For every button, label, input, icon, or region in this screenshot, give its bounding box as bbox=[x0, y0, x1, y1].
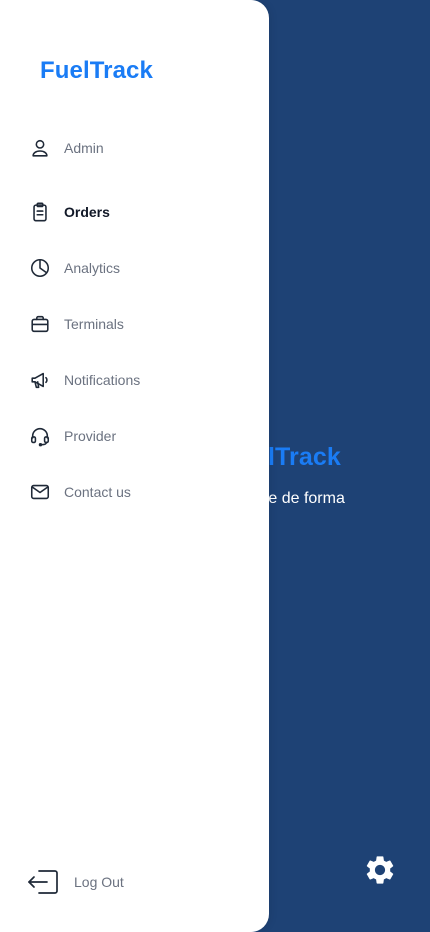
briefcase-icon bbox=[28, 312, 52, 336]
nav-item-terminals[interactable]: Terminals bbox=[28, 306, 248, 342]
nav-item-label: Provider bbox=[64, 428, 117, 444]
logout-label: Log Out bbox=[74, 874, 124, 890]
logout-button[interactable]: Log Out bbox=[26, 864, 186, 900]
megaphone-icon bbox=[28, 368, 52, 392]
headset-icon bbox=[28, 424, 52, 448]
settings-button[interactable] bbox=[362, 854, 398, 890]
nav-item-contact-us[interactable]: Contact us bbox=[28, 474, 248, 510]
nav-item-provider[interactable]: Provider bbox=[28, 418, 248, 454]
nav-item-label: Contact us bbox=[64, 484, 131, 500]
nav-item-analytics[interactable]: Analytics bbox=[28, 250, 248, 286]
drawer-brand-title: FuelTrack bbox=[40, 57, 153, 84]
nav-item-label: Notifications bbox=[64, 372, 141, 388]
clipboard-icon bbox=[28, 200, 52, 224]
user-icon bbox=[28, 136, 52, 160]
nav-item-orders[interactable]: Orders bbox=[28, 194, 248, 230]
nav-item-notifications[interactable]: Notifications bbox=[28, 362, 248, 398]
nav-item-label: Orders bbox=[64, 204, 110, 220]
nav-item-admin[interactable]: Admin bbox=[28, 130, 248, 166]
gear-icon bbox=[363, 853, 397, 892]
navigation-drawer: FuelTrack Admin Orders Analytics Termina… bbox=[0, 0, 269, 932]
logout-icon bbox=[26, 867, 60, 897]
mail-icon bbox=[28, 480, 52, 504]
pie-chart-icon bbox=[28, 256, 52, 280]
nav-item-label: Admin bbox=[64, 140, 104, 156]
nav-item-label: Terminals bbox=[64, 316, 124, 332]
nav-item-label: Analytics bbox=[64, 260, 121, 276]
